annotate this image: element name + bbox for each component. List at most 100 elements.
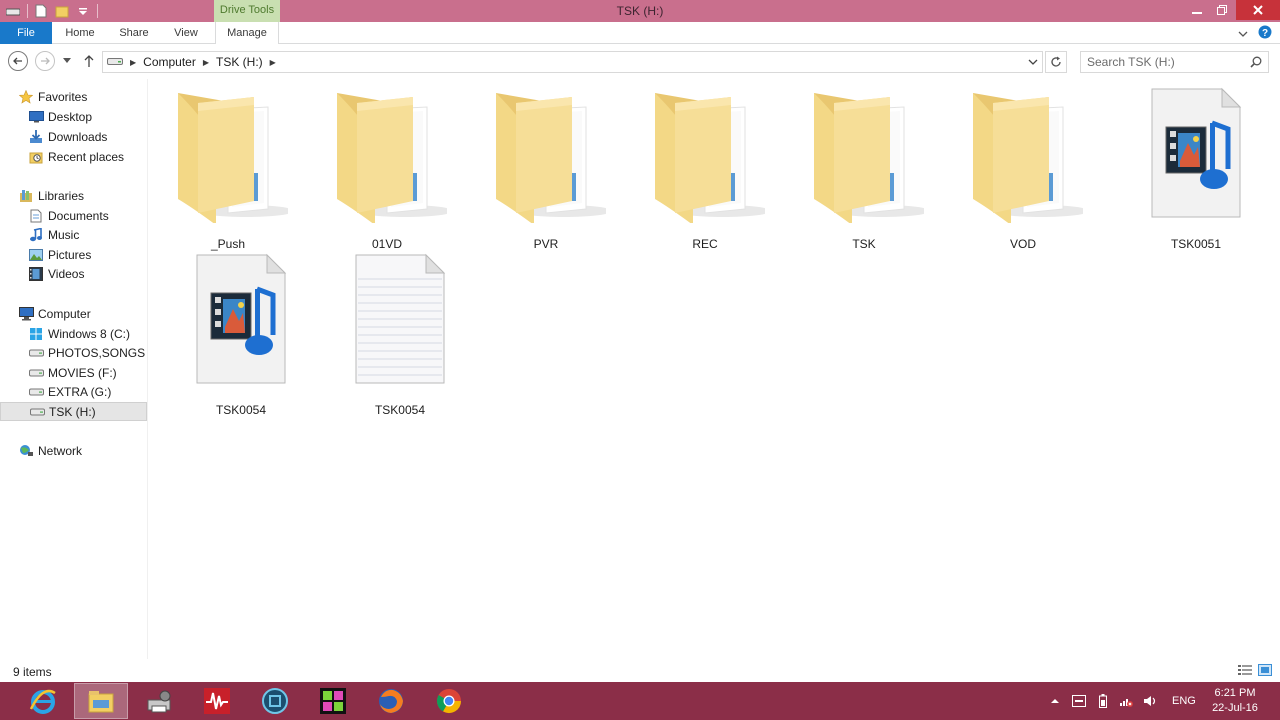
tab-view[interactable]: View [166, 22, 206, 44]
chevron-down-icon [63, 58, 71, 63]
folder-item[interactable]: _Push [168, 83, 288, 251]
ribbon-tabs: File Home Share View Manage ? [0, 22, 1280, 44]
taskbar-app-file-explorer[interactable] [74, 683, 128, 719]
status-bar: 9 items [0, 660, 1280, 682]
close-button[interactable] [1236, 0, 1280, 20]
details-view-button[interactable] [1238, 664, 1254, 678]
restore-button[interactable] [1208, 0, 1236, 20]
media-file-item[interactable]: TSK0051 [1136, 83, 1256, 251]
sidebar-item-movies-f[interactable]: MOVIES (F:) [0, 363, 147, 382]
videos-icon [28, 266, 44, 282]
desktop-icon [28, 109, 44, 125]
sidebar-item-label: Recent places [48, 149, 125, 164]
up-arrow-icon [84, 55, 94, 67]
expand-ribbon-icon[interactable] [1238, 27, 1248, 41]
address-bar[interactable]: ▶ Computer ▶ TSK (H:) ▶ [102, 51, 1043, 73]
chrome-icon [436, 689, 461, 714]
forward-button[interactable] [35, 51, 55, 71]
refresh-button[interactable] [1045, 51, 1067, 73]
input-language[interactable]: ENG [1172, 695, 1196, 707]
file-explorer-icon [88, 691, 114, 713]
navigation-pane: Favorites Desktop Downloads Recent place… [0, 79, 148, 659]
tab-manage[interactable]: Manage [215, 22, 279, 44]
music-note-icon [28, 227, 44, 243]
show-hidden-icons-icon[interactable] [1048, 698, 1062, 704]
minimize-icon [1192, 12, 1202, 14]
folder-item[interactable]: TSK [804, 83, 924, 251]
sidebar-item-videos[interactable]: Videos [0, 264, 147, 283]
address-history-dropdown[interactable] [1024, 52, 1042, 72]
taskbar-clock[interactable]: 6:21 PM 22-Jul-16 [1195, 686, 1275, 716]
sidebar-item-photos-drive[interactable]: PHOTOS,SONGS & VIDEOS [0, 343, 147, 362]
breadcrumb-computer[interactable]: Computer [143, 55, 196, 69]
breadcrumb-separator-icon[interactable]: ▶ [203, 58, 209, 67]
search-box[interactable] [1080, 51, 1269, 73]
breadcrumb-separator-icon[interactable]: ▶ [130, 58, 136, 67]
title-bar[interactable]: Drive Tools TSK (H:) [0, 0, 1280, 22]
chevron-down-icon [1028, 59, 1038, 65]
tab-file[interactable]: File [0, 22, 52, 44]
clock-date: 22-Jul-16 [1212, 702, 1258, 714]
system-tray: ENG [1048, 682, 1196, 720]
search-icon[interactable] [1250, 56, 1262, 71]
breadcrumb-current-drive[interactable]: TSK (H:) [216, 55, 263, 69]
sidebar-item-documents[interactable]: Documents [0, 206, 147, 225]
help-icon[interactable]: ? [1258, 25, 1272, 42]
sidebar-group-label: Network [38, 443, 83, 458]
sidebar-item-extra-g[interactable]: EXTRA (G:) [0, 382, 147, 401]
folder-item[interactable]: VOD [963, 83, 1083, 251]
sidebar-item-desktop[interactable]: Desktop [0, 107, 147, 126]
taskbar-app-audio-editor[interactable] [190, 683, 244, 719]
sidebar-item-label: EXTRA (G:) [48, 384, 112, 399]
taskbar-app-printer-settings[interactable] [132, 683, 186, 719]
folder-icon [804, 83, 924, 223]
file-name: TSK0054 [374, 403, 426, 417]
sidebar-item-windows-8-c[interactable]: Windows 8 (C:) [0, 324, 147, 343]
up-button[interactable] [80, 51, 98, 71]
action-center-icon[interactable] [1070, 695, 1088, 707]
large-icons-view-button[interactable] [1258, 664, 1274, 678]
details-view-icon [1238, 665, 1252, 675]
sidebar-item-pictures[interactable]: Pictures [0, 245, 147, 264]
media-file-item[interactable]: TSK0054 [181, 249, 301, 417]
drive-icon [107, 55, 123, 69]
sidebar-item-label: Videos [48, 266, 85, 281]
recent-places-icon [28, 149, 44, 165]
sidebar-group-computer[interactable]: Computer [0, 304, 147, 323]
recent-locations-button[interactable] [60, 51, 74, 71]
sidebar-item-label: MOVIES (F:) [48, 365, 117, 380]
media-file-icon [1136, 83, 1256, 223]
sidebar-group-network[interactable]: Network [0, 441, 147, 460]
folder-item[interactable]: REC [645, 83, 765, 251]
file-name: TSK0054 [215, 403, 267, 417]
volume-icon[interactable] [1142, 695, 1158, 707]
network-disconnected-icon[interactable] [1118, 695, 1134, 707]
taskbar-app-video-editor[interactable] [306, 683, 360, 719]
sidebar-group-libraries[interactable]: Libraries [0, 186, 147, 205]
taskbar-app-media-player[interactable] [248, 683, 302, 719]
taskbar-app-internet-explorer[interactable] [16, 683, 70, 719]
search-input[interactable] [1087, 55, 1247, 69]
sidebar-item-downloads[interactable]: Downloads [0, 127, 147, 146]
breadcrumb: ▶ Computer ▶ TSK (H:) ▶ [103, 55, 283, 69]
svg-text:?: ? [1262, 28, 1268, 39]
sidebar-item-label: Documents [48, 208, 109, 223]
taskbar-app-chrome[interactable] [422, 683, 476, 719]
folder-item[interactable]: PVR [486, 83, 606, 251]
taskbar: ENG 6:21 PM 22-Jul-16 [0, 682, 1280, 720]
tab-share[interactable]: Share [112, 22, 156, 44]
text-file-icon [340, 249, 460, 389]
folder-item[interactable]: 01VD [327, 83, 447, 251]
large-icons-view-icon [1258, 664, 1272, 676]
sidebar-group-favorites[interactable]: Favorites [0, 87, 147, 106]
breadcrumb-separator-icon[interactable]: ▶ [270, 58, 276, 67]
text-file-item[interactable]: TSK0054 [340, 249, 460, 417]
battery-icon[interactable] [1096, 694, 1110, 708]
taskbar-app-firefox[interactable] [364, 683, 418, 719]
sidebar-item-recent-places[interactable]: Recent places [0, 147, 147, 166]
back-button[interactable] [8, 51, 28, 71]
file-list: _Push 01VD PVR REC TSK VOD TSK0051 TSK00… [150, 79, 1280, 659]
sidebar-item-tsk-h[interactable]: TSK (H:) [0, 402, 147, 421]
tab-home[interactable]: Home [56, 22, 104, 44]
sidebar-item-music[interactable]: Music [0, 225, 147, 244]
